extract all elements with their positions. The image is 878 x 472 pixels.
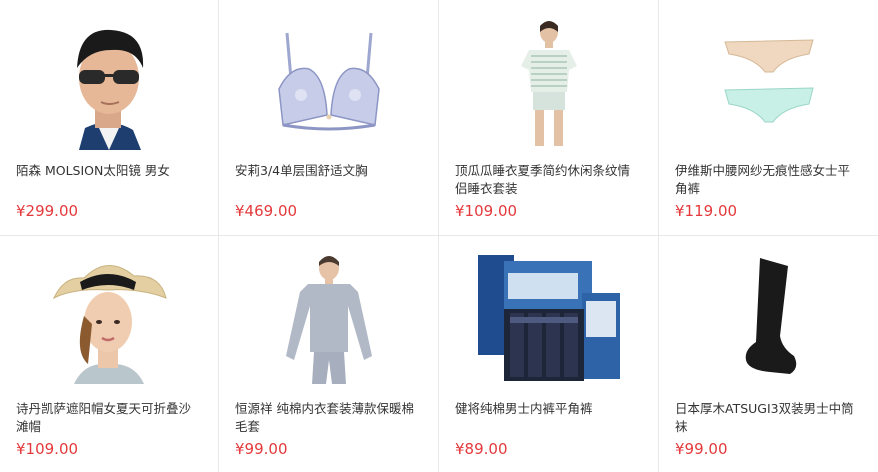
product-card[interactable]: 伊维斯中腰网纱无痕性感女士平角裤 ¥119.00 (659, 0, 878, 236)
product-price: ¥119.00 (675, 202, 738, 220)
product-price: ¥99.00 (235, 440, 288, 458)
product-title[interactable]: 伊维斯中腰网纱无痕性感女士平角裤 (675, 162, 860, 198)
product-title[interactable]: 安莉3/4单层围舒适文胸 (235, 162, 420, 180)
product-price: ¥299.00 (16, 202, 79, 220)
product-image-bra[interactable] (219, 18, 438, 150)
product-price: ¥109.00 (16, 440, 79, 458)
product-title[interactable]: 诗丹凯萨遮阳帽女夏天可折叠沙滩帽 (16, 400, 200, 436)
product-price: ¥469.00 (235, 202, 298, 220)
product-card[interactable]: 陌森 MOLSION太阳镜 男女 ¥299.00 (0, 0, 219, 236)
product-card[interactable]: 诗丹凯萨遮阳帽女夏天可折叠沙滩帽 ¥109.00 (0, 236, 219, 472)
product-price: ¥109.00 (455, 202, 518, 220)
product-title[interactable]: 陌森 MOLSION太阳镜 男女 (16, 162, 200, 180)
product-title[interactable]: 日本厚木ATSUGI3双装男士中筒袜 (675, 400, 860, 436)
product-image-sun-hat[interactable] (0, 252, 218, 384)
product-card[interactable]: 日本厚木ATSUGI3双装男士中筒袜 ¥99.00 (659, 236, 878, 472)
product-image-pajamas[interactable] (439, 18, 658, 150)
product-image-boxer-box[interactable] (439, 252, 658, 384)
product-image-sunglasses[interactable] (0, 18, 218, 150)
product-card[interactable]: 安莉3/4单层围舒适文胸 ¥469.00 (219, 0, 439, 236)
product-card[interactable]: 顶瓜瓜睡衣夏季简约休闲条纹情侣睡衣套装 ¥109.00 (439, 0, 659, 236)
product-card[interactable]: 恒源祥 纯棉内衣套装薄款保暖棉毛套 ¥99.00 (219, 236, 439, 472)
product-price: ¥89.00 (455, 440, 508, 458)
product-title[interactable]: 顶瓜瓜睡衣夏季简约休闲条纹情侣睡衣套装 (455, 162, 640, 198)
product-image-socks[interactable] (659, 252, 878, 384)
product-price: ¥99.00 (675, 440, 728, 458)
product-title[interactable]: 健将纯棉男士内裤平角裤 (455, 400, 640, 418)
product-grid: 陌森 MOLSION太阳镜 男女 ¥299.00 安莉3/4单层围舒适文胸 ¥4… (0, 0, 878, 472)
product-card[interactable]: 健将纯棉男士内裤平角裤 ¥89.00 (439, 236, 659, 472)
product-image-panties[interactable] (659, 18, 878, 150)
product-title[interactable]: 恒源祥 纯棉内衣套装薄款保暖棉毛套 (235, 400, 420, 436)
product-image-thermal-set[interactable] (219, 252, 438, 384)
